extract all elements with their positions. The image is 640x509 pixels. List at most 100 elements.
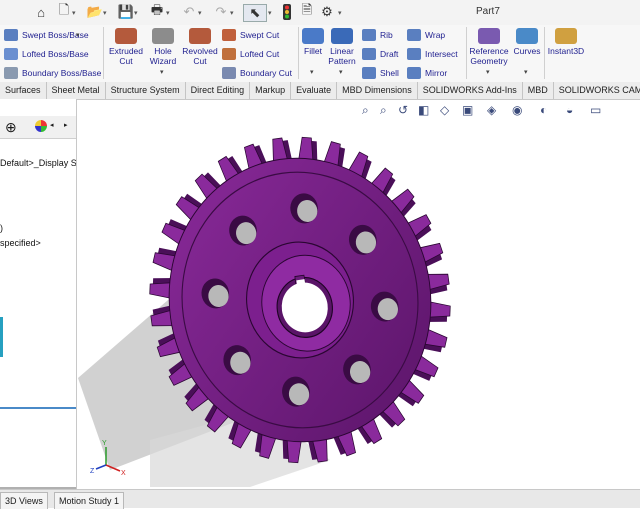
save-icon[interactable]: 💾: [117, 4, 135, 20]
gear-icon[interactable]: ⚙: [318, 4, 336, 20]
chevron-down-icon[interactable]: ▾: [134, 9, 138, 17]
tab-mbd[interactable]: MBD: [523, 82, 554, 99]
reference-geometry-icon: [478, 28, 500, 44]
chevron-down-icon[interactable]: ▾: [338, 9, 342, 17]
panel-tabs: ⊕ ◂ ▸: [0, 116, 76, 139]
svg-text:Z: Z: [90, 468, 95, 475]
lofted-cut-button[interactable]: Lofted Cut: [222, 48, 279, 60]
extruded-cut-button[interactable]: Extruded Cut: [106, 28, 146, 66]
reference-geometry-button[interactable]: Reference Geometry: [468, 28, 510, 66]
tab-mbd-dimensions[interactable]: MBD Dimensions: [337, 82, 418, 99]
chevron-down-icon[interactable]: ▾: [230, 9, 234, 17]
lofted-cut-icon: [222, 48, 236, 60]
chevron-down-icon[interactable]: ▾: [310, 68, 314, 76]
bottom-tab-bar: 3D Views Motion Study 1: [0, 489, 640, 509]
traffic-light-icon[interactable]: [278, 4, 296, 20]
gear-model[interactable]: Y X Z: [76, 99, 640, 489]
redo-icon[interactable]: ↷: [212, 4, 230, 20]
open-folder-icon[interactable]: 📂: [86, 4, 104, 20]
chevron-down-icon[interactable]: ▾: [160, 68, 164, 76]
curves-icon: [516, 28, 538, 44]
boundary-cut-button[interactable]: Boundary Cut: [222, 67, 292, 79]
instant3d-icon: [555, 28, 577, 44]
tab-motion-study-1[interactable]: Motion Study 1: [54, 492, 125, 509]
swept-cut-button[interactable]: Swept Cut: [222, 29, 279, 41]
linear-pattern-button[interactable]: Linear Pattern: [327, 28, 357, 66]
shell-button[interactable]: Shell: [362, 67, 399, 79]
boundary-cut-icon: [222, 67, 236, 79]
fillet-button[interactable]: Fillet: [300, 28, 326, 56]
tab-markup[interactable]: Markup: [250, 82, 292, 99]
tree-marker: [0, 317, 3, 357]
select-arrow-icon[interactable]: ⬉: [243, 4, 267, 22]
tree-item[interactable]: ): [0, 223, 3, 233]
undo-icon[interactable]: ↶: [180, 4, 198, 20]
home-icon[interactable]: ⌂: [32, 4, 50, 20]
wrap-button[interactable]: Wrap: [407, 29, 445, 41]
shell-icon: [362, 67, 376, 79]
rib-button[interactable]: Rib: [362, 29, 393, 41]
command-manager-ribbon: Swept Boss/Base ▾ Lofted Boss/Base Bound…: [0, 25, 640, 83]
tab-structure-system[interactable]: Structure System: [106, 82, 186, 99]
chevron-right-icon[interactable]: ▸: [64, 121, 68, 129]
ribbon-separator: [103, 27, 104, 79]
swept-boss-icon: [4, 29, 18, 41]
chevron-down-icon[interactable]: ▾: [166, 9, 170, 17]
wrap-icon: [407, 29, 421, 41]
chevron-down-icon[interactable]: ▾: [339, 68, 343, 76]
tab-solidworks-add-ins[interactable]: SOLIDWORKS Add-Ins: [418, 82, 523, 99]
graphics-area[interactable]: Y X Z: [76, 99, 640, 489]
tab-surfaces[interactable]: Surfaces: [0, 82, 47, 99]
chevron-left-icon[interactable]: ◂: [50, 121, 54, 129]
ribbon-separator: [298, 27, 299, 79]
lofted-boss-button[interactable]: Lofted Boss/Base: [4, 48, 89, 60]
appearance-icon[interactable]: [35, 120, 47, 132]
ribbon-separator: [466, 27, 467, 79]
curves-button[interactable]: Curves: [512, 28, 542, 56]
boundary-boss-button[interactable]: Boundary Boss/Base: [4, 67, 101, 79]
tab-sheet-metal[interactable]: Sheet Metal: [47, 82, 106, 99]
tree-item-config[interactable]: Default>_Display Sta: [0, 158, 76, 168]
chevron-down-icon[interactable]: ▾: [76, 31, 80, 39]
tab-direct-editing[interactable]: Direct Editing: [186, 82, 251, 99]
quick-access-toolbar: ⌂ 🗋 ▾ 📂 ▾ 💾 ▾ 🖶 ▾ ↶ ▾ ↷ ▾ ⬉ ▾ 🗎 ⚙ ▾ Part…: [0, 0, 640, 26]
tree-item-material[interactable]: specified>: [0, 238, 41, 248]
chevron-down-icon[interactable]: ▾: [198, 9, 202, 17]
revolved-cut-icon: [189, 28, 211, 44]
intersect-button[interactable]: Intersect: [407, 48, 458, 60]
svg-text:Y: Y: [102, 440, 107, 447]
extruded-cut-icon: [115, 28, 137, 44]
print-icon[interactable]: 🖶: [148, 2, 166, 20]
boundary-boss-icon: [4, 67, 18, 79]
tab-solidworks-cam[interactable]: SOLIDWORKS CAM: [554, 82, 640, 99]
mirror-button[interactable]: Mirror: [407, 67, 447, 79]
file-properties-icon[interactable]: 🗎: [298, 2, 316, 20]
fillet-icon: [302, 28, 324, 44]
crosshair-icon[interactable]: ⊕: [5, 119, 17, 136]
hole-wizard-icon: [152, 28, 174, 44]
rib-icon: [362, 29, 376, 41]
mirror-icon: [407, 67, 421, 79]
tab-evaluate[interactable]: Evaluate: [291, 82, 338, 99]
tab-3d-views[interactable]: 3D Views: [0, 492, 48, 509]
hole-wizard-button[interactable]: Hole Wizard: [146, 28, 180, 66]
instant3d-button[interactable]: Instant3D: [546, 28, 586, 56]
chevron-down-icon[interactable]: ▾: [524, 68, 528, 76]
swept-cut-icon: [222, 29, 236, 41]
intersect-icon: [407, 48, 421, 60]
draft-button[interactable]: Draft: [362, 48, 398, 60]
command-manager-tabs: Surfaces Sheet Metal Structure System Di…: [0, 82, 640, 100]
lofted-boss-icon: [4, 48, 18, 60]
linear-pattern-icon: [331, 28, 353, 44]
chevron-down-icon[interactable]: ▾: [486, 68, 490, 76]
draft-icon: [362, 48, 376, 60]
window-title: Part7: [476, 6, 500, 17]
svg-text:X: X: [121, 470, 126, 477]
feature-manager-panel: ⊕ ◂ ▸ Default>_Display Sta ) specified>: [0, 99, 77, 489]
chevron-down-icon[interactable]: ▾: [103, 9, 107, 17]
new-document-icon[interactable]: 🗋: [55, 2, 73, 20]
chevron-down-icon[interactable]: ▾: [268, 9, 272, 17]
rollback-bar[interactable]: [0, 407, 76, 409]
chevron-down-icon[interactable]: ▾: [72, 9, 76, 17]
revolved-cut-button[interactable]: Revolved Cut: [181, 28, 219, 66]
